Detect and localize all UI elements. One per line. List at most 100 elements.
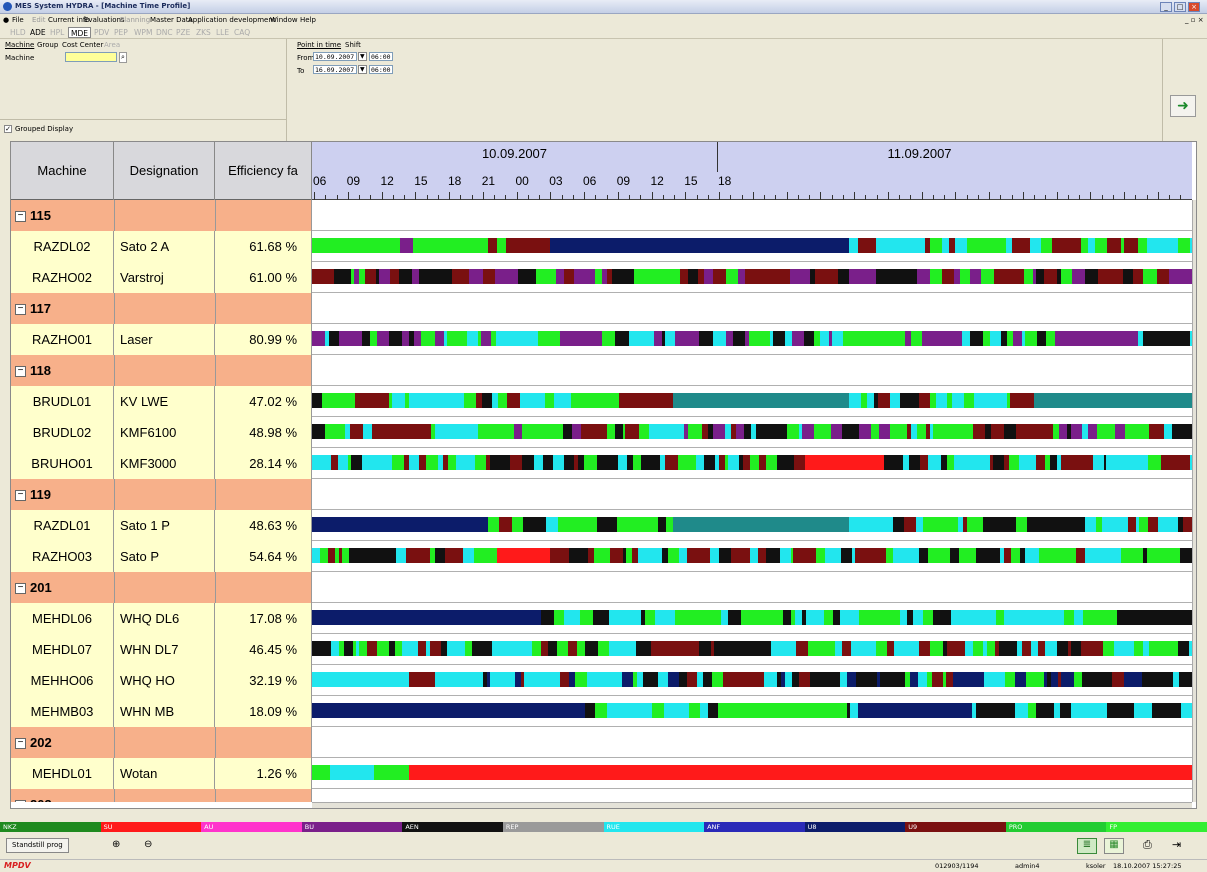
module-mde[interactable]: MDE xyxy=(68,27,91,38)
table-row[interactable]: RAZHO03 Sato P 54.64 % xyxy=(11,541,1192,572)
mdi-icon[interactable]: ● xyxy=(3,16,9,24)
to-time-field[interactable]: 06:00 xyxy=(369,65,393,74)
machine-input[interactable] xyxy=(65,52,117,62)
collapse-icon[interactable]: − xyxy=(15,490,26,502)
status-timeline-bar[interactable] xyxy=(312,765,1192,780)
status-timeline-bar[interactable] xyxy=(312,455,1192,470)
menu-application-development[interactable]: Application development xyxy=(188,16,276,24)
status-timeline-bar[interactable] xyxy=(312,393,1192,408)
tab-group[interactable]: Group xyxy=(37,41,58,49)
group-row[interactable]: −118 xyxy=(11,355,1192,386)
table-row[interactable]: BRUHO01 KMF3000 28.14 % xyxy=(11,448,1192,479)
module-pep[interactable]: PEP xyxy=(112,27,130,38)
module-hld[interactable]: HLD xyxy=(8,27,28,38)
status-timeline-bar[interactable] xyxy=(312,238,1192,253)
column-header-machine[interactable]: Machine xyxy=(11,142,114,200)
standstill-prog-button[interactable]: Standstill prog xyxy=(6,838,69,853)
collapse-icon[interactable]: − xyxy=(15,211,26,223)
status-timeline-bar[interactable] xyxy=(312,703,1192,718)
menu-file[interactable]: File xyxy=(12,16,24,24)
menu-window[interactable]: Window xyxy=(270,16,298,24)
group-cell[interactable]: − 203 xyxy=(11,789,312,802)
module-caq[interactable]: CAQ xyxy=(232,27,252,38)
module-zks[interactable]: ZKS xyxy=(194,27,213,38)
print-icon[interactable]: ⎙ xyxy=(1143,838,1152,852)
group-row[interactable]: − 203 xyxy=(11,789,1192,802)
exit-icon[interactable]: ⇥ xyxy=(1172,838,1181,851)
from-date-dropdown-icon[interactable]: ▼ xyxy=(358,52,367,61)
table-row[interactable]: MEHMB03 WHN MB 18.09 % xyxy=(11,696,1192,727)
horizontal-scrollbar[interactable] xyxy=(312,802,1192,808)
machine-search-icon[interactable]: ⌕ xyxy=(119,52,127,63)
vertical-scrollbar[interactable] xyxy=(1192,200,1196,802)
close-icon[interactable]: × xyxy=(1188,2,1200,12)
module-ade[interactable]: ADE xyxy=(28,27,48,38)
table-row[interactable]: RAZDL01 Sato 1 P 48.63 % xyxy=(11,510,1192,541)
maximize-icon[interactable]: □ xyxy=(1174,2,1186,12)
group-cell[interactable]: −115 xyxy=(11,200,312,231)
table-row[interactable]: BRUDL02 KMF6100 48.98 % xyxy=(11,417,1192,448)
group-cell[interactable]: −119 xyxy=(11,479,312,510)
status-timeline-bar[interactable] xyxy=(312,517,1192,532)
module-pdv[interactable]: PDV xyxy=(92,27,111,38)
group-cell[interactable]: −202 xyxy=(11,727,312,758)
menu-evaluations[interactable]: Evaluations xyxy=(84,16,125,24)
grid-view-icon[interactable]: ≣ xyxy=(1077,838,1097,854)
group-row[interactable]: −115 xyxy=(11,200,1192,231)
status-timeline-bar[interactable] xyxy=(312,269,1192,284)
table-row[interactable]: MEHDL06 WHQ DL6 17.08 % xyxy=(11,603,1192,634)
tab-cost-center[interactable]: Cost Center xyxy=(62,41,103,49)
apply-arrow-button[interactable]: ➜ xyxy=(1170,95,1196,117)
module-lle[interactable]: LLE xyxy=(214,27,231,38)
group-row[interactable]: −117 xyxy=(11,293,1192,324)
status-timeline-bar[interactable] xyxy=(312,424,1192,439)
to-date-dropdown-icon[interactable]: ▼ xyxy=(358,65,367,74)
collapse-icon[interactable]: − xyxy=(15,366,26,378)
status-timeline-bar[interactable] xyxy=(312,548,1192,563)
menu-edit[interactable]: Edit xyxy=(32,16,46,24)
column-header-designation[interactable]: Designation xyxy=(114,142,215,200)
status-timeline-bar[interactable] xyxy=(312,331,1192,346)
collapse-icon[interactable]: − xyxy=(15,800,26,802)
table-row[interactable]: RAZDL02 Sato 2 A 61.68 % xyxy=(11,231,1192,262)
group-cell[interactable]: −201 xyxy=(11,572,312,603)
to-date-field[interactable]: 16.09.2007 xyxy=(313,65,357,74)
group-row[interactable]: −202 xyxy=(11,727,1192,758)
table-row[interactable]: RAZHO01 Laser 80.99 % xyxy=(11,324,1192,355)
tab-point-in-time[interactable]: Point in time xyxy=(297,41,341,49)
group-cell[interactable]: −118 xyxy=(11,355,312,386)
table-row[interactable]: MEHDL01 Wotan 1.26 % xyxy=(11,758,1192,789)
module-dnc[interactable]: DNC xyxy=(154,27,175,38)
menu-master-data[interactable]: Master Data xyxy=(150,16,193,24)
column-header-efficiency[interactable]: Efficiency fa xyxy=(215,142,312,200)
status-timeline-bar[interactable] xyxy=(312,672,1192,687)
from-date-field[interactable]: 10.09.2007 xyxy=(313,52,357,61)
status-timeline-bar[interactable] xyxy=(312,641,1192,656)
zoom-in-icon[interactable]: ⊕ xyxy=(112,839,120,850)
mdi-window-controls[interactable]: _ ▫ × xyxy=(1185,16,1204,24)
chart-view-icon[interactable]: ▦ xyxy=(1104,838,1124,854)
tab-area[interactable]: Area xyxy=(104,41,120,49)
menu-help[interactable]: Help xyxy=(300,16,316,24)
module-wpm[interactable]: WPM xyxy=(132,27,154,38)
tab-machine[interactable]: Machine xyxy=(5,41,34,49)
collapse-icon[interactable]: − xyxy=(15,583,26,595)
minimize-icon[interactable]: _ xyxy=(1160,2,1172,12)
status-timeline-bar[interactable] xyxy=(312,610,1192,625)
zoom-out-icon[interactable]: ⊖ xyxy=(144,839,152,850)
table-row[interactable]: RAZHO02 Varstroj 61.00 % xyxy=(11,262,1192,293)
table-row[interactable]: MEHHO06 WHQ HO 32.19 % xyxy=(11,665,1192,696)
module-pze[interactable]: PZE xyxy=(174,27,192,38)
from-time-field[interactable]: 06:00 xyxy=(369,52,393,61)
module-hpl[interactable]: HPL xyxy=(48,27,66,38)
group-cell[interactable]: −117 xyxy=(11,293,312,324)
table-row[interactable]: BRUDL01 KV LWE 47.02 % xyxy=(11,386,1192,417)
grouped-display-checkbox[interactable]: ✓ xyxy=(4,125,12,133)
group-row[interactable]: −119 xyxy=(11,479,1192,510)
collapse-icon[interactable]: − xyxy=(15,304,26,316)
menu-planning[interactable]: Planning xyxy=(120,16,150,24)
table-row[interactable]: MEHDL07 WHN DL7 46.45 % xyxy=(11,634,1192,665)
collapse-icon[interactable]: − xyxy=(15,738,26,750)
group-row[interactable]: −201 xyxy=(11,572,1192,603)
tab-shift[interactable]: Shift xyxy=(345,41,361,49)
